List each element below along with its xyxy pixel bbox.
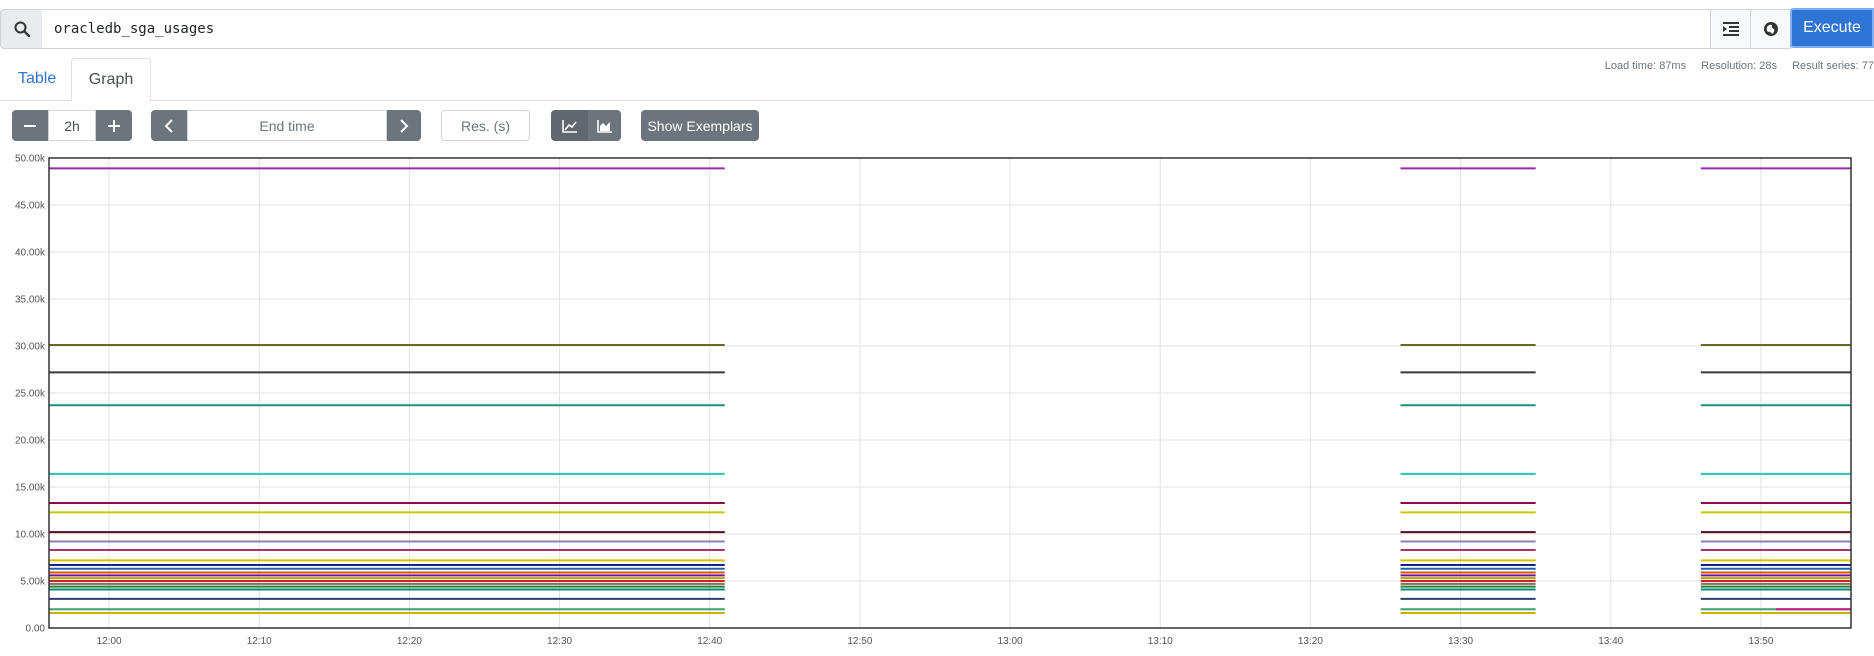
next-time-button[interactable] bbox=[387, 110, 421, 141]
query-stats: Load time: 87ms Resolution: 28s Result s… bbox=[1593, 60, 1874, 72]
y-tick-label: 0.00 bbox=[26, 624, 46, 635]
query-bar: Execute bbox=[0, 8, 1874, 49]
y-tick-label: 50.00k bbox=[15, 154, 46, 165]
resolution-input[interactable] bbox=[441, 110, 530, 141]
x-tick-label: 12:10 bbox=[247, 636, 272, 647]
metrics-explorer-button[interactable] bbox=[1750, 9, 1791, 49]
load-time: Load time: 87ms bbox=[1604, 60, 1687, 72]
area-chart-icon bbox=[596, 119, 612, 133]
x-tick-label: 12:40 bbox=[697, 636, 722, 647]
x-tick-label: 12:20 bbox=[397, 636, 422, 647]
x-tick-label: 13:30 bbox=[1448, 636, 1473, 647]
y-tick-label: 20.00k bbox=[15, 436, 46, 447]
query-input[interactable] bbox=[42, 9, 1723, 49]
y-tick-label: 5.00k bbox=[21, 577, 46, 588]
x-tick-label: 13:40 bbox=[1598, 636, 1623, 647]
stacked-chart-button[interactable] bbox=[588, 110, 621, 141]
y-tick-label: 25.00k bbox=[15, 389, 46, 400]
resolution-stat: Resolution: 28s bbox=[1701, 60, 1777, 72]
tab-graph[interactable]: Graph bbox=[71, 58, 151, 102]
previous-time-button[interactable] bbox=[151, 110, 187, 141]
plus-icon bbox=[108, 119, 120, 132]
chart-grid bbox=[49, 157, 1851, 629]
y-tick-label: 45.00k bbox=[15, 201, 46, 212]
y-axis-ticks: 0.00 5.00k 10.00k 15.00k 20.00k 25.00k 30.00k 3… bbox=[15, 154, 46, 635]
search-icon bbox=[0, 9, 44, 49]
format-indent-icon bbox=[1722, 22, 1739, 36]
x-axis-ticks: 12:00 12:10 12:20 12:30 12:40 12:50 13:00 13:10… bbox=[97, 636, 1774, 647]
range-input[interactable] bbox=[48, 110, 96, 141]
x-tick-label: 12:50 bbox=[847, 636, 872, 647]
x-tick-label: 13:20 bbox=[1298, 636, 1323, 647]
chevron-right-icon bbox=[400, 118, 409, 133]
y-tick-label: 40.00k bbox=[15, 248, 46, 259]
chart-series bbox=[49, 167, 1851, 614]
metrics-explorer-icon bbox=[1763, 22, 1778, 36]
y-tick-label: 30.00k bbox=[15, 342, 46, 353]
x-tick-label: 12:00 bbox=[97, 636, 122, 647]
format-query-button[interactable] bbox=[1710, 9, 1751, 49]
chevron-left-icon bbox=[164, 118, 173, 133]
y-tick-label: 10.00k bbox=[15, 530, 46, 541]
x-tick-label: 13:00 bbox=[998, 636, 1023, 647]
line-chart-button[interactable] bbox=[551, 110, 588, 141]
y-tick-label: 35.00k bbox=[15, 295, 46, 306]
x-tick-label: 13:50 bbox=[1748, 636, 1773, 647]
end-time-input[interactable] bbox=[187, 110, 387, 141]
decrease-range-button[interactable] bbox=[12, 110, 48, 141]
tab-table[interactable]: Table bbox=[18, 58, 56, 100]
increase-range-button[interactable] bbox=[96, 110, 132, 141]
execute-button[interactable]: Execute bbox=[1790, 8, 1874, 48]
show-exemplars-button[interactable]: Show Exemplars bbox=[641, 110, 759, 141]
line-chart-icon bbox=[561, 119, 577, 133]
result-series: Result series: 77 bbox=[1792, 60, 1874, 72]
y-tick-label: 15.00k bbox=[15, 483, 46, 494]
x-tick-label: 13:10 bbox=[1148, 636, 1173, 647]
minus-icon bbox=[24, 124, 36, 127]
x-tick-label: 12:30 bbox=[547, 636, 572, 647]
graph-chart: 0.00 5.00k 10.00k 15.00k 20.00k 25.00k 30.00k 3… bbox=[15, 154, 1852, 647]
